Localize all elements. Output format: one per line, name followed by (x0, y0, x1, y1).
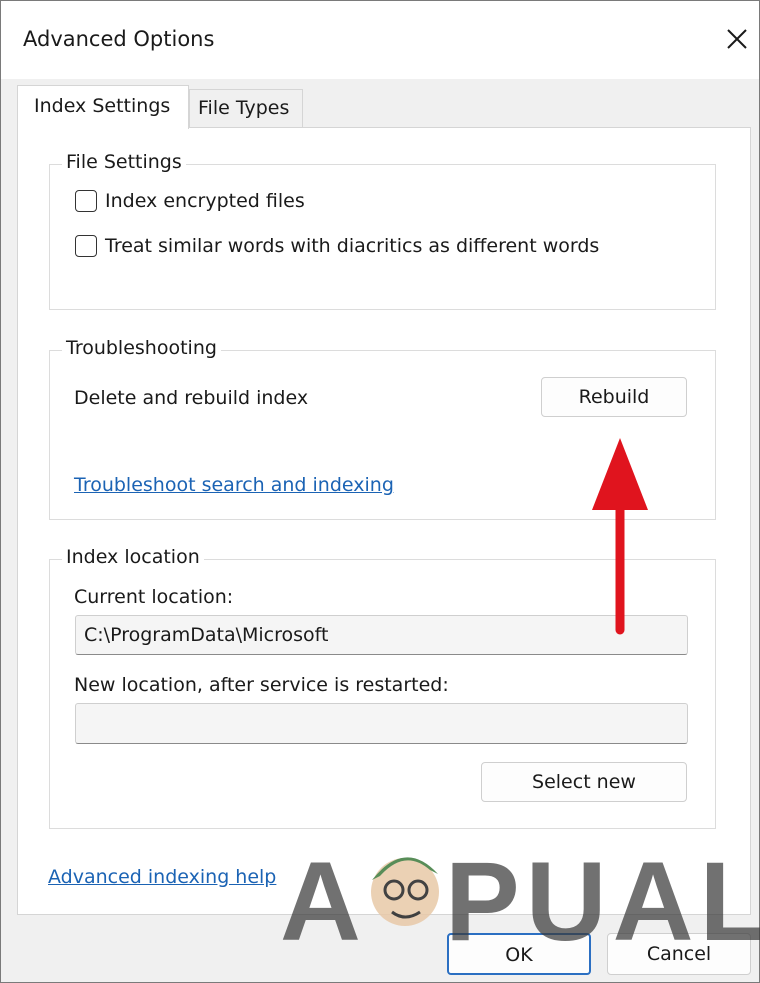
file-settings-legend: File Settings (62, 151, 186, 173)
index-encrypted-files-checkbox[interactable] (75, 190, 97, 212)
troubleshoot-search-link[interactable]: Troubleshoot search and indexing (74, 474, 394, 496)
index-encrypted-files-option[interactable]: Index encrypted files (75, 190, 305, 212)
svg-text:PUALS: PUALS (445, 839, 760, 950)
new-location-label: New location, after service is restarted… (74, 674, 449, 696)
diacritics-label: Treat similar words with diacritics as d… (105, 235, 600, 257)
tab-file-types[interactable]: File Types (189, 89, 303, 127)
current-location-label: Current location: (74, 586, 234, 608)
tab-index-settings[interactable]: Index Settings (17, 85, 189, 129)
select-new-button[interactable]: Select new (481, 762, 687, 802)
diacritics-option[interactable]: Treat similar words with diacritics as d… (75, 235, 599, 257)
diacritics-checkbox[interactable] (75, 235, 97, 257)
delete-rebuild-label: Delete and rebuild index (74, 387, 309, 409)
red-arrow-annotation (592, 438, 648, 635)
troubleshooting-legend: Troubleshooting (62, 337, 221, 359)
advanced-indexing-help-link[interactable]: Advanced indexing help (48, 866, 276, 888)
close-icon (727, 29, 747, 49)
appuals-watermark: A PUALS (280, 839, 760, 950)
index-location-legend: Index location (62, 546, 204, 568)
new-location-field[interactable] (75, 703, 688, 744)
mascot-icon (371, 857, 439, 926)
rebuild-button[interactable]: Rebuild (541, 377, 687, 417)
file-settings-group: File Settings Index encrypted files Trea… (49, 151, 716, 310)
dialog-title: Advanced Options (23, 27, 215, 51)
title-bar: Advanced Options (1, 1, 759, 79)
index-encrypted-files-label: Index encrypted files (105, 190, 305, 212)
svg-text:A: A (280, 839, 367, 950)
close-button[interactable] (719, 21, 755, 57)
